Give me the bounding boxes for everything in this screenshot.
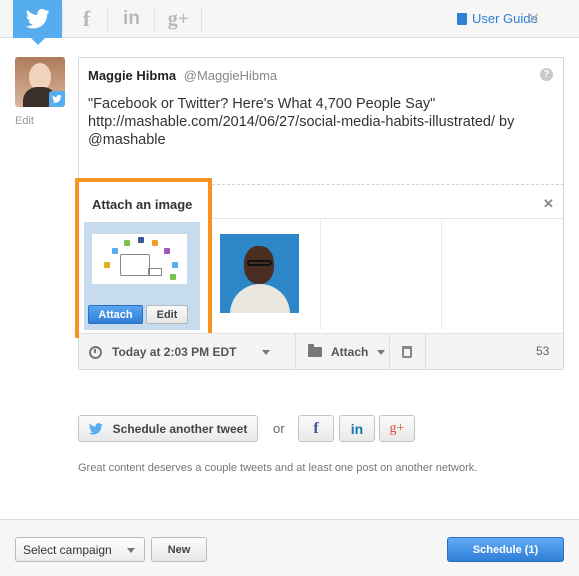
facebook-icon: f [82, 6, 91, 31]
trash-icon [402, 346, 412, 358]
tab-linkedin[interactable]: in [107, 0, 156, 38]
image-slot-divider [441, 218, 442, 330]
linkedin-icon: in [350, 420, 364, 437]
attach-panel-divider [212, 218, 564, 219]
attach-image-button[interactable]: Attach [88, 305, 143, 324]
thumb-dot [124, 240, 130, 246]
schedule-button[interactable]: Schedule (1) [447, 537, 564, 562]
toolbar-divider [295, 334, 296, 370]
infographic-thumbnail [92, 234, 187, 284]
or-label: or [273, 421, 285, 436]
schedule-time-label: Today at 2:03 PM EDT [112, 345, 237, 359]
composer-divider [212, 184, 564, 185]
share-hint: Great content deserves a couple tweets a… [78, 462, 478, 474]
thumb-dot [152, 240, 158, 246]
author-handle: @MaggieHibma [183, 68, 278, 83]
share-facebook-button[interactable]: f [298, 415, 334, 442]
new-campaign-button[interactable]: New [151, 537, 207, 562]
chevron-down-icon [127, 548, 135, 553]
thumb-figure [148, 268, 162, 276]
thumb-dot [170, 274, 176, 280]
linkedin-icon: in [123, 8, 140, 29]
twitter-icon [88, 422, 103, 435]
portrait-body [230, 284, 290, 313]
chevron-down-icon [262, 349, 271, 355]
google-plus-icon: g+ [167, 7, 190, 30]
tab-facebook[interactable]: f [62, 0, 111, 38]
edit-image-button[interactable]: Edit [146, 305, 188, 324]
chevron-down-icon [377, 349, 386, 355]
delete-button[interactable] [402, 334, 412, 370]
thumb-dot [104, 262, 110, 268]
share-google-plus-button[interactable]: g+ [379, 415, 415, 442]
campaign-select-value: Select campaign [23, 542, 112, 557]
author-name: Maggie Hibma [88, 68, 177, 83]
image-option-portrait[interactable] [220, 234, 299, 313]
twitter-icon [25, 9, 50, 29]
share-linkedin-button[interactable]: in [339, 415, 375, 442]
help-icon[interactable]: ? [540, 68, 553, 81]
clock-icon [89, 345, 102, 359]
network-tabs: f in g+ User Guide ✕ [0, 0, 579, 45]
folder-icon [308, 344, 322, 357]
profile-edit-link[interactable]: Edit [15, 115, 34, 127]
thumb-figure [120, 254, 150, 276]
facebook-icon: f [313, 419, 319, 437]
tweet-author: Maggie Hibma @MaggieHibma [88, 68, 277, 83]
toolbar-divider [425, 334, 426, 370]
tab-twitter[interactable] [13, 0, 62, 45]
schedule-another-label: Schedule another tweet [112, 421, 248, 436]
attach-dropdown-label: Attach [331, 345, 369, 359]
book-icon [457, 12, 467, 25]
attach-panel-title: Attach an image [92, 197, 193, 212]
schedule-time-dropdown[interactable]: Today at 2:03 PM EDT [89, 334, 271, 370]
toolbar-divider [389, 334, 390, 370]
portrait-glasses [247, 260, 272, 266]
close-button[interactable]: ✕ [527, 9, 540, 29]
tab-google-plus[interactable]: g+ [154, 0, 203, 38]
attach-dropdown[interactable]: Attach [308, 334, 386, 370]
avatar [15, 57, 65, 107]
user-guide-link[interactable]: User Guide [457, 11, 538, 26]
thumb-dot [112, 248, 118, 254]
tweet-text[interactable]: "Facebook or Twitter? Here's What 4,700 … [88, 95, 548, 149]
twitter-badge-icon [49, 91, 65, 107]
image-slot-divider [320, 218, 321, 330]
character-count: 53 [536, 344, 550, 358]
thumb-dot [138, 237, 144, 243]
schedule-another-tweet-button[interactable]: Schedule another tweet [78, 415, 258, 442]
composer-toolbar: Today at 2:03 PM EDT Attach [79, 333, 563, 370]
attach-panel-close-icon[interactable]: ✕ [543, 196, 554, 212]
campaign-select[interactable]: Select campaign [15, 537, 145, 562]
thumb-dot [172, 262, 178, 268]
thumb-dot [164, 248, 170, 254]
google-plus-icon: g+ [389, 420, 405, 436]
tab-divider [201, 6, 202, 32]
